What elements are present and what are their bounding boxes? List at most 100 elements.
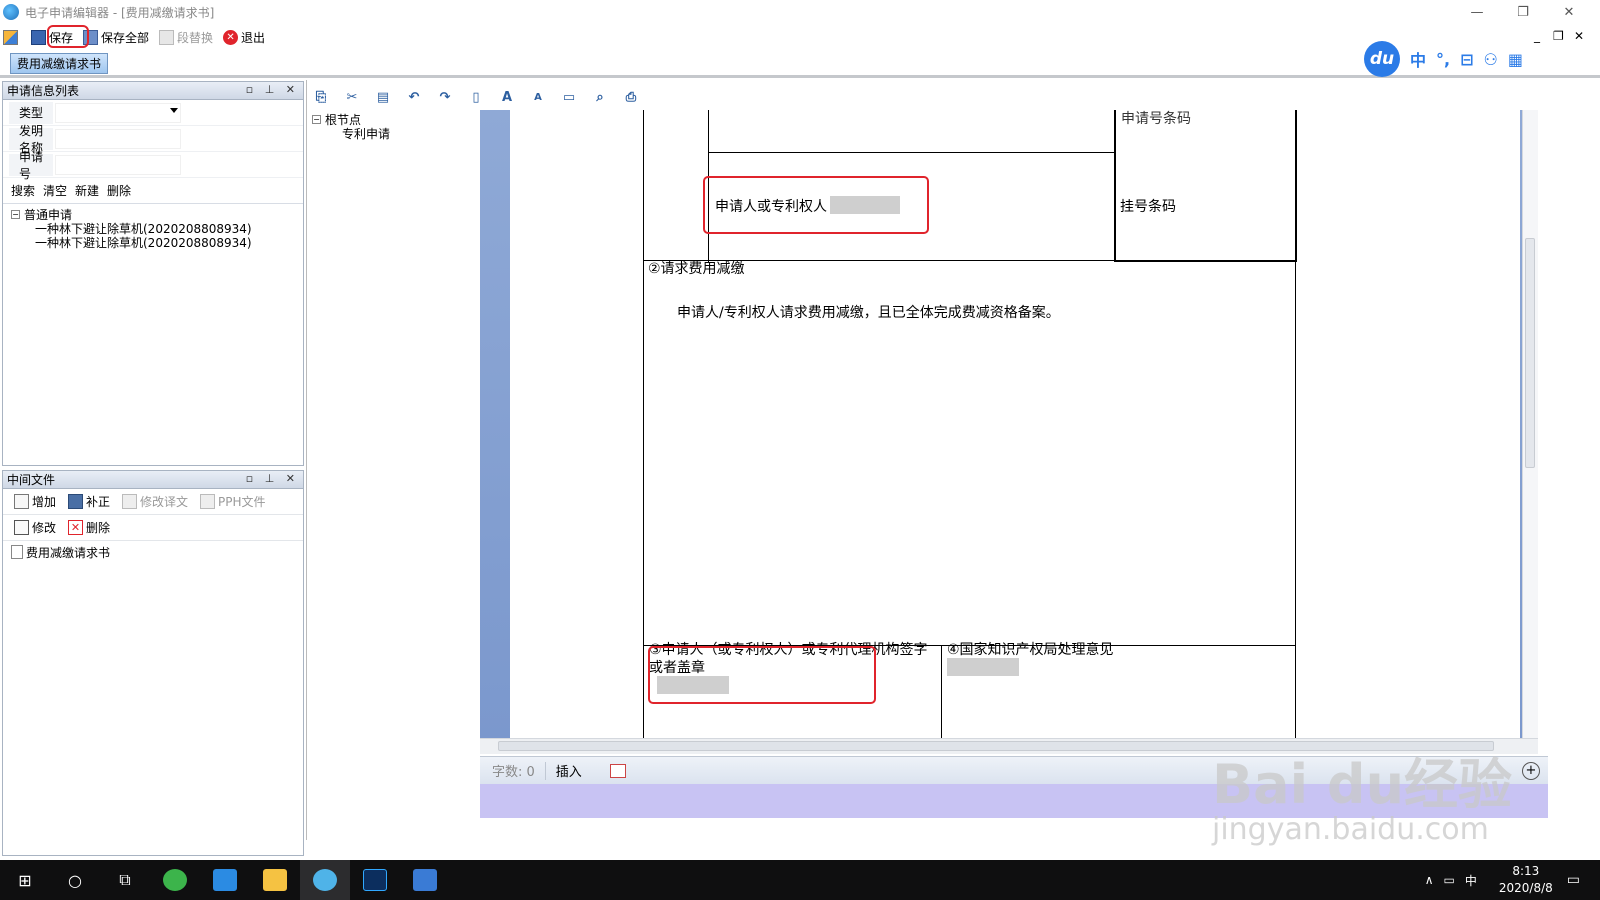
app-number-row: 申请号 [3,150,303,181]
clock[interactable]: 8:13 2020/8/8 [1499,863,1553,897]
type-select[interactable] [55,102,181,123]
exit-button[interactable]: ✕ 退出 [220,26,268,48]
app-number-input[interactable] [55,154,181,175]
correct-icon [68,494,84,509]
signature-highlight [648,646,876,704]
photos-icon[interactable] [400,860,450,900]
task-view-icon[interactable]: ⧉ [100,860,150,900]
panel-title: 申请信息列表 [7,84,80,98]
panel-controls[interactable]: ▫ ⊥ ✕ [246,472,299,485]
ime-toolbox-icon[interactable]: ⊟ [1460,50,1473,69]
window-title: 电子申请编辑器 - [费用减缴请求书] [25,5,215,20]
notification-icon[interactable]: ▭ [1567,872,1580,888]
photoshop-icon[interactable] [350,860,400,900]
modify-button[interactable]: 修改 [11,517,59,539]
table-border [1295,110,1297,262]
clock-date: 2020/8/8 [1498,881,1553,895]
calendar-icon[interactable] [609,763,626,778]
zoom-in-icon[interactable]: + [1522,762,1540,780]
maximize-button[interactable]: ❐ [1500,0,1546,24]
collapse-icon[interactable]: − [11,209,20,219]
minimize-button[interactable]: — [1454,0,1500,24]
search-actions: 搜索 清空 新建 删除 [3,178,303,204]
home-button[interactable] [0,26,24,48]
vertical-scroll-thumb[interactable] [1525,238,1535,468]
clock-time: 8:13 [1512,864,1540,878]
section2-text: 申请人/专利权人请求费用减缴，且已全体完成费减资格备案。 [677,305,1060,321]
redo-icon[interactable]: ↷ [434,87,456,107]
font-shrink-icon[interactable]: A [527,87,549,107]
browser-icon[interactable] [150,860,200,900]
file-label: 费用减缴请求书 [26,545,111,560]
baidu-watermark-url: jingyan.baidu.com [1212,812,1489,847]
save-all-button[interactable]: 保存全部 [80,26,152,48]
modify-translation-label: 修改译文 [140,495,189,509]
mdi-close-button[interactable]: ✕ [1574,29,1584,43]
cut-icon[interactable]: ✂ [341,87,363,107]
grid-app-icon [3,29,18,45]
zoom-icon[interactable]: ⌕ [589,87,611,107]
undo-icon[interactable]: ↶ [403,87,425,107]
collapse-icon[interactable]: − [312,114,321,124]
ime-user-icon[interactable]: ⚇ [1484,50,1498,69]
system-tray: ∧ ▭ 中 8:13 2020/8/8 ▭ [1425,860,1600,900]
correct-button[interactable]: 补正 [65,491,113,513]
network-icon[interactable]: ▭ [1444,873,1455,887]
replace-button[interactable]: 段替换 [156,26,216,48]
document-page[interactable]: 申请号条码 申请人或专利权人 挂号条码 ②请求费用减缴 申请人/专利权人请求费用… [510,110,1520,738]
file-explorer-icon[interactable] [250,860,300,900]
page-setup-icon[interactable]: ▯ [465,87,487,107]
delete-link[interactable]: 删除 [107,182,131,199]
taskbar: ⊞ ○ ⧉ ∧ ▭ 中 8:13 2020/8/8 ▭ [0,860,1600,900]
add-button[interactable]: 增加 [11,491,59,513]
editor-app-icon[interactable] [300,860,350,900]
form-icon[interactable]: ▭ [558,87,580,107]
save-highlight [47,25,89,48]
ime-chinese-toggle[interactable]: 中 [1410,47,1426,71]
invention-name-label: 发明名称 [9,124,53,155]
copy-icon[interactable]: ⎘ [310,87,332,107]
app-number-barcode-label: 申请号条码 [1121,111,1191,127]
baidu-watermark: Bai du经验 [1212,753,1513,816]
tree-item[interactable]: 一种林下避让除草机(2020208808934) [11,235,295,250]
clear-link[interactable]: 清空 [43,182,67,199]
main-toolbar: 保存 保存全部 段替换 ✕ 退出 [0,24,1600,50]
modify-translation-button[interactable]: 修改译文 [119,491,191,513]
tray-chevron-icon[interactable]: ∧ [1425,873,1434,887]
app-w-icon[interactable] [200,860,250,900]
editor-toolbar: ⎘ ✂ ▤ ↶ ↷ ▯ A A ▭ ⌕ ⎙ [306,84,668,110]
mdi-restore-button[interactable]: ❐ [1553,29,1564,43]
tab-fee-reduction-request[interactable]: 费用减缴请求书 [10,53,109,74]
new-link[interactable]: 新建 [75,182,99,199]
font-grow-icon[interactable]: A [496,87,518,107]
pph-file-button[interactable]: PPH文件 [197,491,269,513]
paste-icon[interactable]: ▤ [372,87,394,107]
print-icon[interactable]: ⎙ [620,87,642,107]
ime-toolbar: du 中 °, ⊟ ⚇ ▦ [1364,41,1523,77]
search-icon[interactable]: ○ [50,860,100,900]
windows-start-icon[interactable]: ⊞ [0,860,50,900]
delete-button[interactable]: ✕ 删除 [65,517,113,539]
document-tab-strip: 费用减缴请求书 [0,50,1600,78]
ime-punctuation-toggle[interactable]: °, [1436,50,1450,69]
invention-name-input[interactable] [55,128,181,149]
outline-child[interactable]: 专利申请 [312,126,390,141]
tree-item-label: 一种林下避让除草机(2020208808934) [35,235,252,250]
pph-file-label: PPH文件 [218,495,266,509]
panel-controls[interactable]: ▫ ⊥ ✕ [246,83,299,96]
tray-ime-indicator[interactable]: 中 [1465,872,1477,889]
applicant-highlight [703,176,929,234]
type-label: 类型 [9,101,53,124]
insert-mode[interactable]: 插入 [556,761,582,780]
ime-menu-grid-icon[interactable]: ▦ [1508,50,1523,69]
mdi-minimize-button[interactable]: _ [1534,29,1540,43]
list-item[interactable]: 费用减缴请求书 [11,545,295,560]
exit-label: 退出 [241,30,266,45]
search-link[interactable]: 搜索 [11,182,35,199]
close-button[interactable]: ✕ [1546,0,1592,24]
application-info-panel: 申请信息列表 ▫ ⊥ ✕ 类型 发明名称 申请号 搜索 清空 新建 删除 − 普… [2,81,304,466]
baidu-ime-logo[interactable]: du [1364,41,1400,77]
document-replace-icon [159,29,175,45]
files-toolbar-row1: 增加 补正 修改译文 PPH文件 [3,489,303,515]
intermediate-files-panel: 中间文件 ▫ ⊥ ✕ 增加 补正 修改译文 PPH文件 修改 ✕ 删除 费用减缴… [2,470,304,856]
